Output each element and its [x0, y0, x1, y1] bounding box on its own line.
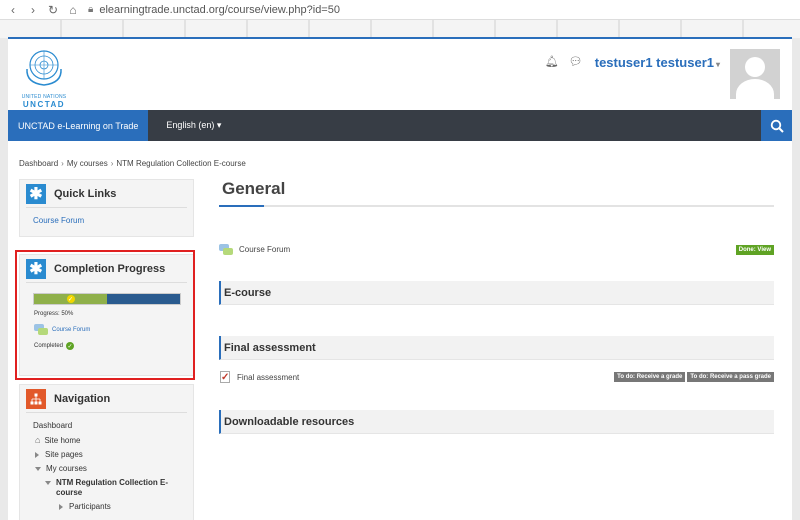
red-highlight-box [15, 250, 195, 380]
section-ecourse[interactable]: E-course [219, 281, 774, 305]
block-header: Navigation [26, 385, 187, 413]
navigation-block: Navigation Dashboard ⌂ Site home Site pag… [19, 384, 194, 520]
navigation-tree: Dashboard ⌂ Site home Site pages My cours… [20, 413, 193, 511]
un-emblem-icon [26, 50, 62, 86]
asterisk-icon: ✱ [26, 183, 46, 204]
user-menu[interactable]: testuser1 testuser1 ▾ [595, 55, 720, 70]
breadcrumb-separator: › [61, 159, 64, 168]
site-brand-link[interactable]: UNCTAD e-Learning on Trade [8, 110, 149, 141]
breadcrumb-course[interactable]: NTM Regulation Collection E-course [116, 159, 245, 168]
todo-pass-badge: To do: Receive a pass grade [687, 372, 774, 382]
block-title: Navigation [54, 392, 111, 405]
back-arrow-icon[interactable]: ‹ [6, 3, 20, 17]
page: UNITED NATIONS UNCTAD 🔔︎ 💬︎ testuser1 te… [8, 37, 792, 520]
todo-grade-badge: To do: Receive a grade [614, 372, 686, 382]
activity-final-assessment: ✓ Final assessment To do: Receive a grad… [219, 370, 774, 384]
page-background [0, 20, 800, 38]
nav-item-participants[interactable]: Participants [33, 502, 180, 511]
nav-item-my-courses[interactable]: My courses [33, 464, 180, 473]
activity-forum-link[interactable]: Course Forum [239, 245, 290, 254]
section-final-assessment[interactable]: Final assessment [219, 336, 774, 360]
forward-arrow-icon[interactable]: › [26, 3, 40, 17]
breadcrumb-separator: › [110, 159, 114, 168]
avatar[interactable] [730, 49, 780, 99]
breadcrumb-dashboard[interactable]: Dashboard [19, 159, 58, 168]
section-general-title: General [222, 179, 286, 198]
chevron-right-icon [35, 451, 39, 458]
browser-toolbar: ‹ › ↻ ⌂ 🔒︎ elearningtrade.unctad.org/cou… [0, 0, 800, 20]
section-downloadable-resources[interactable]: Downloadable resources [219, 410, 774, 434]
nav-item-current-course-cont[interactable]: course [33, 488, 180, 497]
section-general-underline [219, 205, 774, 207]
home-icon: ⌂ [35, 435, 41, 445]
forum-icon [219, 244, 233, 255]
home-icon[interactable]: ⌂ [66, 3, 80, 17]
block-title: Quick Links [54, 187, 117, 200]
chevron-right-icon [59, 503, 63, 510]
block-header: ✱ Quick Links [26, 180, 187, 208]
messages-icon[interactable]: 💬︎ [569, 55, 583, 68]
username-label: testuser1 testuser1 [594, 55, 714, 70]
chevron-down-icon: ▾ [715, 60, 720, 69]
breadcrumb-my-courses[interactable]: My courses [67, 159, 108, 168]
notification-bell-icon[interactable]: 🔔︎ [545, 55, 559, 68]
reload-icon[interactable]: ↻ [46, 3, 60, 17]
activity-quiz-link[interactable]: Final assessment [237, 373, 299, 382]
quick-link-course-forum[interactable]: Course Forum [20, 208, 193, 233]
chevron-down-icon [35, 466, 41, 471]
search-icon [770, 119, 784, 133]
address-bar[interactable]: elearningtrade.unctad.org/course/view.ph… [99, 4, 340, 16]
done-view-badge: Done: View [735, 244, 774, 255]
logo-text-unctad: UNCTAD [22, 100, 66, 109]
unctad-logo[interactable]: UNITED NATIONS UNCTAD [18, 47, 70, 109]
quiz-icon: ✓ [220, 371, 230, 383]
site-header: UNITED NATIONS UNCTAD 🔔︎ 💬︎ testuser1 te… [8, 39, 792, 110]
chevron-down-icon [45, 480, 51, 485]
nav-item-current-course[interactable]: NTM Regulation Collection E- [33, 478, 180, 487]
lock-icon: 🔒︎ [88, 4, 94, 15]
activity-course-forum: Course Forum Done: View [219, 244, 774, 255]
breadcrumb: Dashboard › My courses › NTM Regulation Coll… [19, 159, 246, 168]
navbar: UNCTAD e-Learning on Trade English (en) … [8, 110, 792, 141]
nav-item-site-pages[interactable]: Site pages [33, 450, 180, 459]
nav-item-site-home[interactable]: ⌂ Site home [33, 435, 180, 445]
nav-item-dashboard[interactable]: Dashboard [33, 421, 180, 430]
sitemap-icon [26, 388, 46, 409]
user-menu-area: 🔔︎ 💬︎ testuser1 testuser1 ▾ [545, 49, 792, 99]
search-button[interactable] [761, 110, 792, 141]
language-menu[interactable]: English (en) ▾ [166, 120, 221, 131]
quick-links-block: ✱ Quick Links Course Forum [19, 179, 194, 237]
course-content: General Course Forum Done: View E-course… [219, 179, 774, 434]
